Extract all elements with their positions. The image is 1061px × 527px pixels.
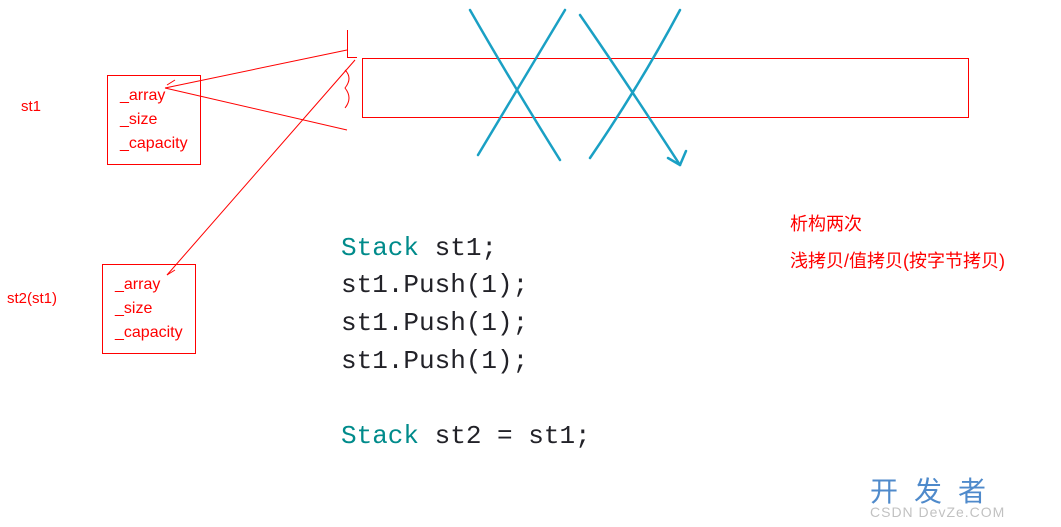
squiggle [345,70,349,108]
code-block: Stack st1; st1.Push(1); st1.Push(1); st1… [341,192,591,456]
code-rest1: st1; [419,233,497,263]
struct1-field-size: _size [120,108,188,132]
struct1-box: _array _size _capacity [107,75,201,165]
struct2-field-capacity: _capacity [115,321,183,345]
struct1-label: st1 [21,98,41,115]
struct1-field-array: _array [120,84,188,108]
struct2-label: st2(st1) [7,290,57,307]
annotation-line1: 析构两次 [790,210,1005,239]
code-type5: Stack [341,421,419,451]
annotation-block: 析构两次 浅拷贝/值拷贝(按字节拷贝) [790,210,1005,276]
struct2-field-array: _array [115,273,183,297]
code-rest5: st2 = st1; [419,421,591,451]
struct1-field-capacity: _capacity [120,132,188,156]
struct2-box: _array _size _capacity [102,264,196,354]
code-line4: st1.Push(1); [341,346,528,376]
struct2-field-size: _size [115,297,183,321]
code-line3: st1.Push(1); [341,308,528,338]
annotation-line2: 浅拷贝/值拷贝(按字节拷贝) [790,247,1005,276]
watermark-sub: CSDN DevZe.COM [870,504,1005,520]
heap-array-box [362,58,969,118]
code-type1: Stack [341,233,419,263]
code-line2: st1.Push(1); [341,270,528,300]
array-pointer-tick [347,30,357,58]
